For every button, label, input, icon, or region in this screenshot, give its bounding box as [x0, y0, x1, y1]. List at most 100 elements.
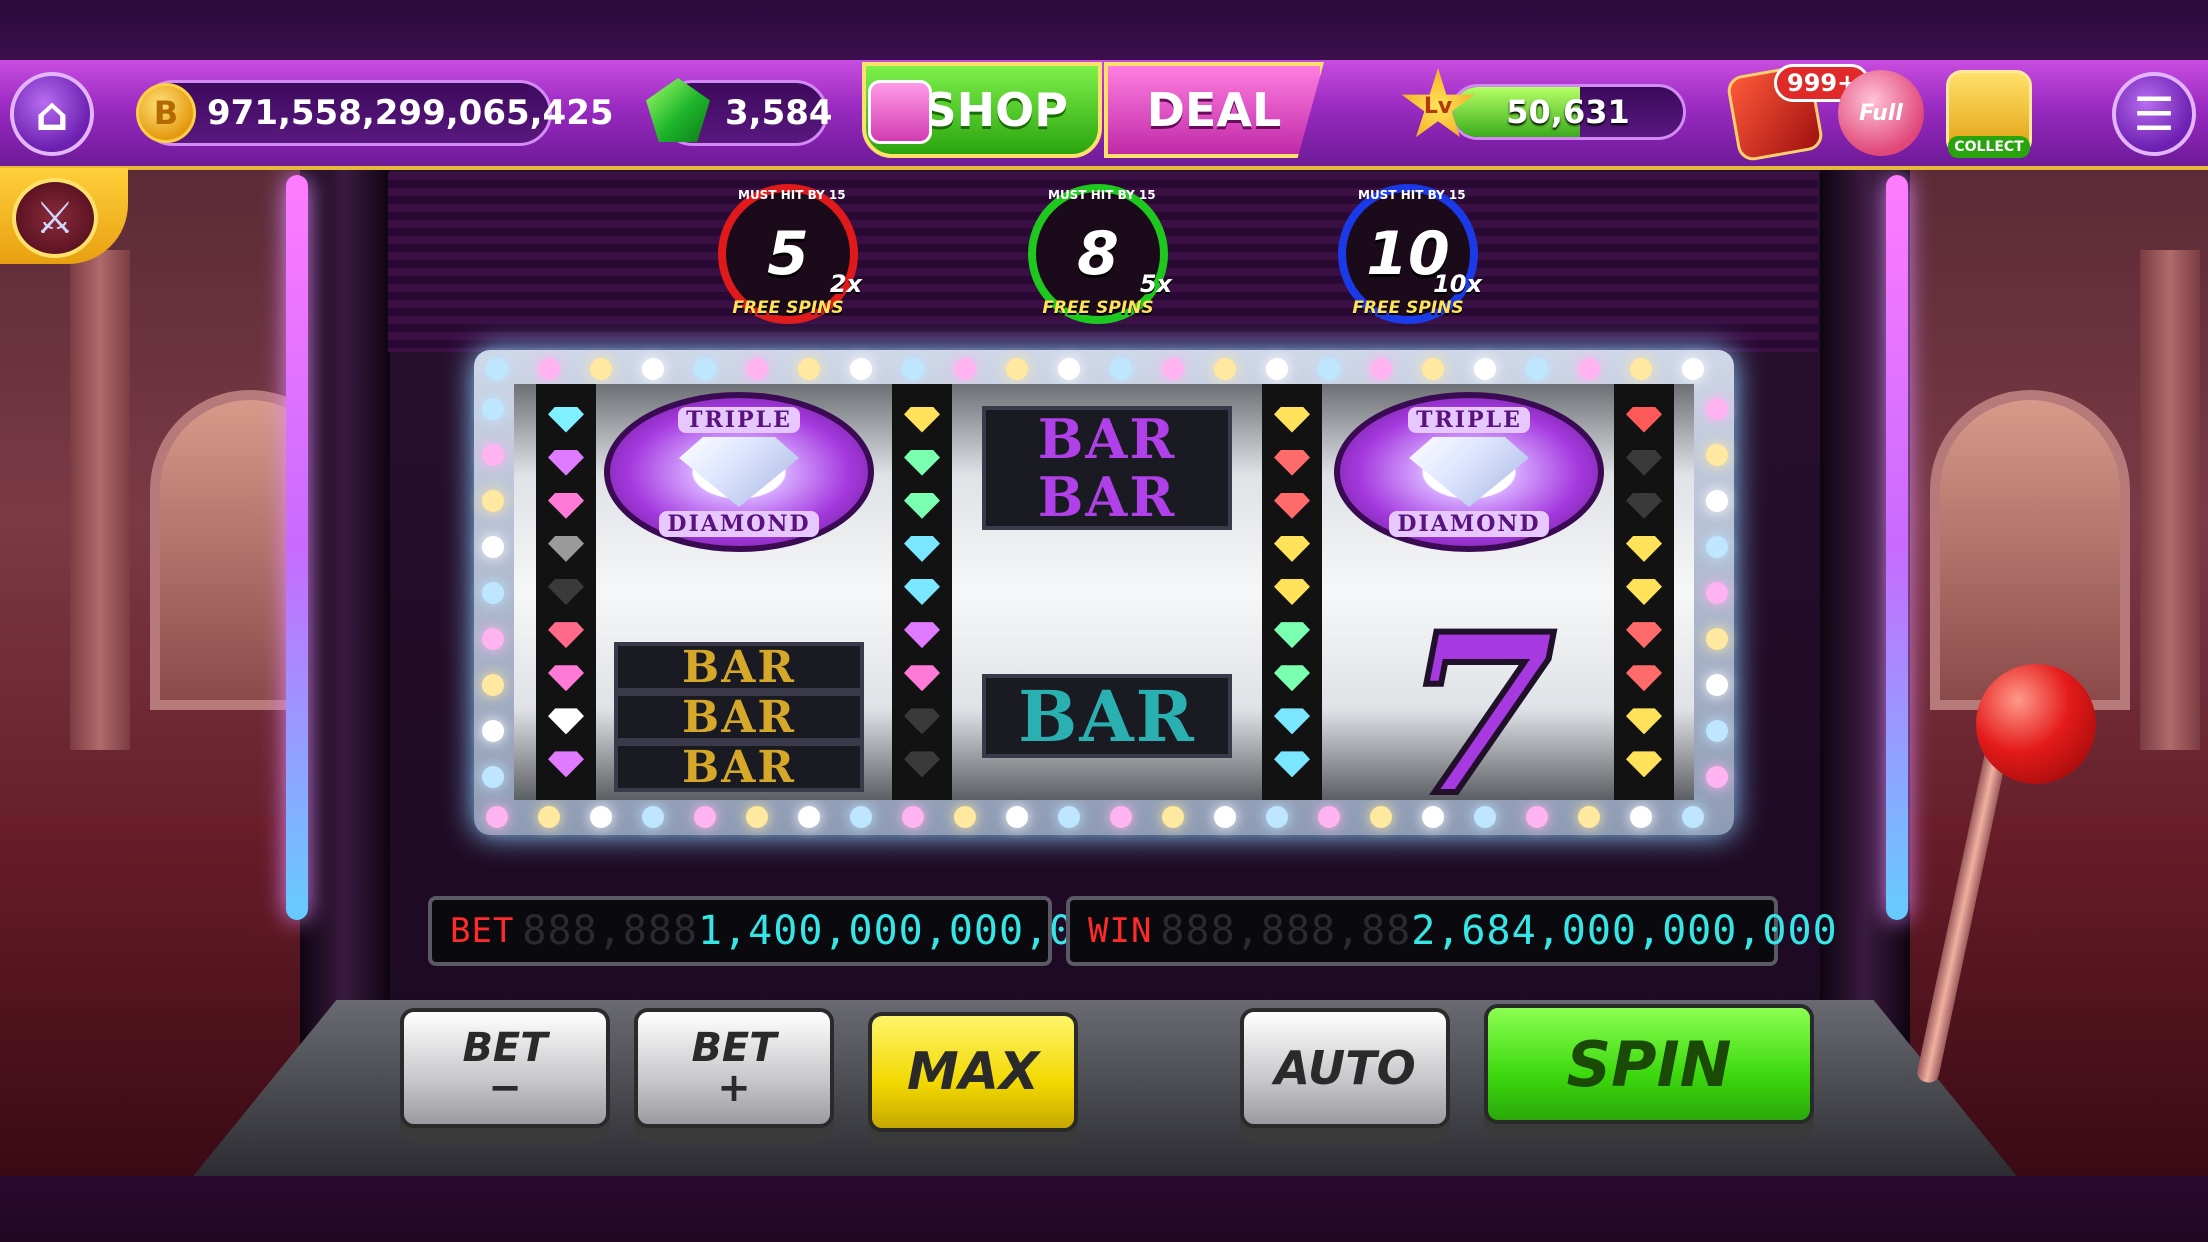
piggy-bank-icon[interactable]: Full — [1838, 70, 1924, 156]
max-bet-button[interactable]: MAX — [868, 1012, 1078, 1132]
marquee-light — [1706, 720, 1728, 742]
bar-symbol: BAR — [614, 741, 864, 793]
marquee-light — [1630, 358, 1652, 380]
free-spins-label: FREE SPINS — [732, 298, 844, 318]
marquee-light — [1706, 490, 1728, 512]
bet-plus-button[interactable]: BET + — [634, 1008, 834, 1128]
marquee-light — [1162, 358, 1184, 380]
marquee-light — [1682, 358, 1704, 380]
diamond-text: DIAMOND — [659, 511, 819, 537]
marquee-light — [902, 806, 924, 828]
win-value: 2,684,000,000,000 — [1411, 908, 1838, 954]
diamond-gem — [548, 665, 584, 692]
bar-text: BAR — [682, 741, 796, 793]
double-bar-symbol: BAR BAR — [982, 406, 1232, 530]
diamond-stripe — [1262, 384, 1322, 800]
diamond-gem — [1274, 578, 1310, 605]
marquee-light — [1706, 674, 1728, 696]
gem-amount: 3,584 — [725, 93, 833, 133]
diamond-gem — [904, 622, 940, 649]
bottom-letterbox — [0, 1176, 2208, 1242]
piggy-full-label: Full — [1859, 100, 1903, 126]
marquee-light — [1706, 398, 1728, 420]
diamond-gem — [548, 622, 584, 649]
bet-value: 1,400,000,000,000 — [698, 908, 1125, 954]
marquee-light — [1474, 358, 1496, 380]
win-ghost-digits: 888,888,88 — [1160, 908, 1412, 954]
diamond-gem — [1274, 406, 1310, 433]
coin-icon: B — [136, 83, 196, 143]
diamond-gem — [548, 535, 584, 562]
bet-label: BET — [450, 911, 515, 951]
top-letterbox — [0, 0, 2208, 60]
multiplier: 2x — [829, 270, 862, 298]
diamond-gem — [1626, 708, 1662, 735]
auto-label: AUTO — [1274, 1041, 1416, 1095]
marquee-light — [1578, 806, 1600, 828]
deal-button[interactable]: DEAL — [1104, 62, 1324, 158]
neon-strip-right — [1886, 175, 1908, 920]
diamond-gem — [1274, 751, 1310, 778]
diamond-stripe — [892, 384, 952, 800]
marquee-light — [642, 358, 664, 380]
marquee-light — [1706, 766, 1728, 788]
level-progress-bar[interactable]: 50,631 — [1450, 84, 1686, 140]
marquee-light — [1266, 358, 1288, 380]
marquee-light — [486, 358, 508, 380]
diamond-icon — [1409, 437, 1529, 507]
diamond-gem — [1626, 665, 1662, 692]
diamond-gem — [548, 406, 584, 433]
marquee-light — [1162, 806, 1184, 828]
purple-seven-symbol: 7 — [1340, 602, 1620, 828]
win-display: WIN 888,888,88 2,684,000,000,000 — [1066, 896, 1837, 966]
marquee-light — [482, 398, 504, 420]
marquee-light — [482, 490, 504, 512]
marquee-light — [1110, 358, 1132, 380]
marquee-light — [694, 806, 716, 828]
diamond-gem — [904, 708, 940, 735]
diamond-gem — [1626, 622, 1662, 649]
diamond-gem — [904, 449, 940, 476]
free-spins-label: FREE SPINS — [1352, 298, 1464, 318]
home-button[interactable]: ⌂ — [10, 72, 94, 156]
marquee-light — [590, 806, 612, 828]
multiplier: 10x — [1433, 270, 1482, 298]
level-value: 50,631 — [1506, 93, 1630, 131]
diamond-gem — [1626, 449, 1662, 476]
menu-button[interactable]: ☰ — [2112, 72, 2196, 156]
marquee-light — [1318, 806, 1340, 828]
collect-label: COLLECT — [1948, 136, 2030, 158]
marquee-light — [1370, 358, 1392, 380]
spin-button[interactable]: SPIN — [1484, 1004, 1814, 1124]
free-spins-label: FREE SPINS — [1042, 298, 1154, 318]
marquee-light — [538, 358, 560, 380]
max-label: MAX — [906, 1042, 1040, 1102]
free-spins-badge-10: MUST HIT BY 15 10 10x FREE SPINS — [1338, 184, 1482, 324]
deal-label: DEAL — [1146, 83, 1282, 137]
diamond-gem — [1274, 622, 1310, 649]
marquee-light — [482, 674, 504, 696]
must-hit-text: MUST HIT BY 15 — [1358, 188, 1466, 202]
marquee-light — [850, 806, 872, 828]
bar-text: BAR — [1037, 465, 1177, 529]
bet-minus-button[interactable]: BET − — [400, 1008, 610, 1128]
marquee-light — [538, 806, 560, 828]
marquee-light — [1706, 536, 1728, 558]
marquee-light — [1706, 628, 1728, 650]
coin-amount: 971,558,299,065,425 — [207, 93, 614, 133]
auto-spin-button[interactable]: AUTO — [1240, 1008, 1450, 1128]
marquee-light — [954, 358, 976, 380]
home-icon: ⌂ — [35, 87, 69, 141]
marquee-light — [1058, 806, 1080, 828]
diamond-gem — [1626, 751, 1662, 778]
coin-balance[interactable]: 971,558,299,065,425 — [140, 80, 614, 146]
lever-knob[interactable] — [1976, 664, 2096, 784]
marquee-light — [746, 358, 768, 380]
marquee-light — [1370, 806, 1392, 828]
marquee-light — [1630, 806, 1652, 828]
diamond-gem — [548, 751, 584, 778]
bet-ghost-digits: 888,888 — [522, 908, 698, 954]
marquee-light — [1578, 358, 1600, 380]
diamond-gem — [1626, 578, 1662, 605]
marquee-light — [902, 358, 924, 380]
